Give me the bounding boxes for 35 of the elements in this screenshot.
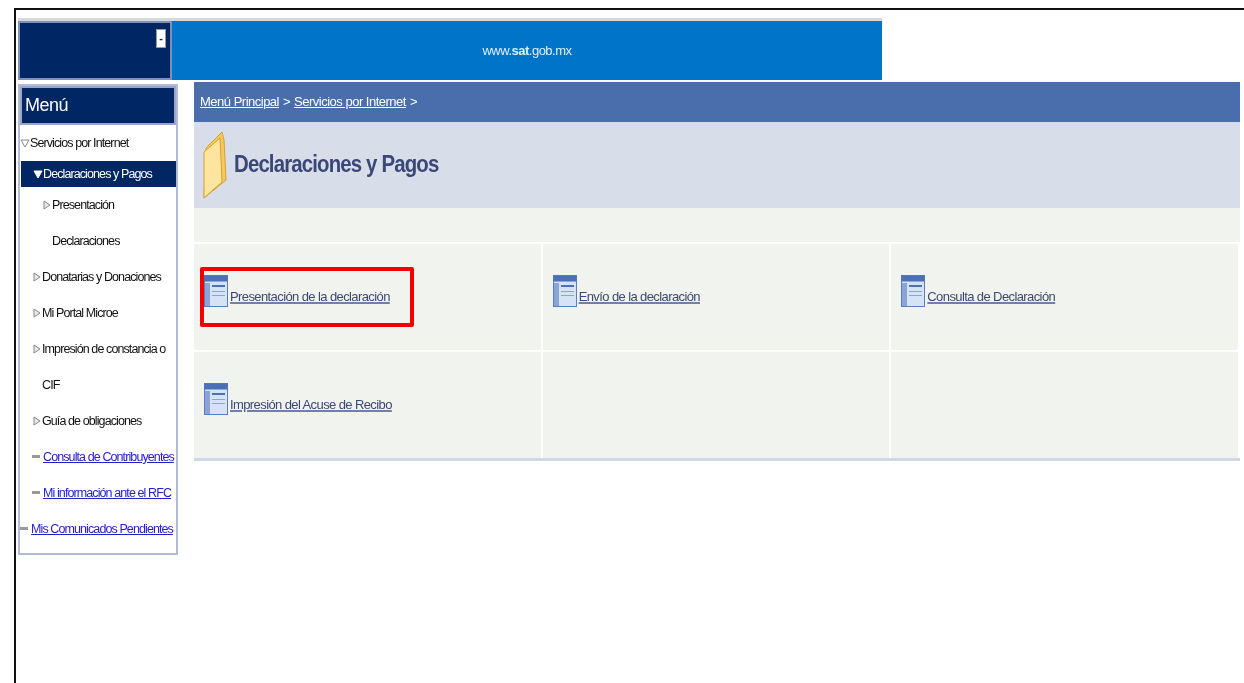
collapse-button[interactable]: - [156,29,166,48]
bullet-icon [20,527,28,530]
folder-icon [200,129,228,200]
right-triangle-icon[interactable] [32,416,42,426]
right-triangle-icon[interactable] [32,344,42,354]
menu-item[interactable]: Mi Portal Microe [42,295,118,331]
bullet-icon [32,455,40,458]
right-triangle-icon[interactable] [32,272,42,282]
menu-title: Menú [20,86,176,125]
tile-link[interactable]: Envío de la declaración [578,287,700,307]
menu-link[interactable]: Mis Comunicados Pendientes [31,511,173,547]
menu-item[interactable]: Servicios por Internet [30,125,129,161]
menu-item[interactable]: Donatarias y Donaciones [42,259,161,295]
breadcrumb-link[interactable]: Servicios por Internet [294,92,406,112]
menu-item[interactable]: Impresión de constancia o CIF [42,331,176,403]
menu-item[interactable]: Presentación Declaraciones [52,187,176,259]
window-icon [204,382,228,415]
window-icon [552,274,577,307]
bullet-icon [32,491,40,494]
window-icon [901,274,926,307]
right-triangle-icon[interactable] [42,200,52,210]
page-title: Declaraciones y Pagos [234,150,439,179]
menu-link[interactable]: Consulta de Contribuyentes [43,439,174,475]
menu-item[interactable]: Declaraciones y Pagos [43,161,152,187]
window-icon [204,274,228,307]
tile-link[interactable]: Consulta de Declaración [927,287,1056,307]
right-triangle-icon[interactable] [32,308,42,318]
tile-link[interactable]: Presentación de la declaración [230,287,390,307]
site-address: www.sat.gob.mx [482,41,572,60]
menu-item[interactable]: Guía de obligaciones [42,403,142,439]
breadcrumb-separator: > [409,93,418,111]
breadcrumb-link[interactable]: Menú Principal [200,92,279,112]
breadcrumb-separator: > [283,93,291,111]
menu-link[interactable]: Mi información ante el RFC [43,475,172,511]
tile-link[interactable]: Impresión del Acuse de Recibo [230,395,392,415]
